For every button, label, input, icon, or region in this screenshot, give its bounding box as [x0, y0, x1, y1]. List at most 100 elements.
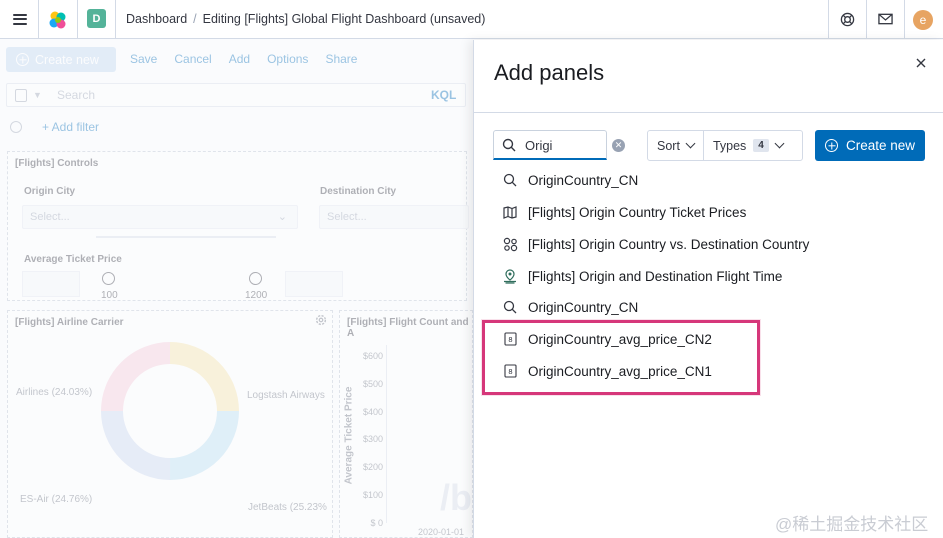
avg-ticket-label: Average Ticket Price	[24, 254, 122, 265]
x-tick: 2020-01-01	[418, 527, 465, 537]
list-item-label: OriginCountry_avg_price_CN2	[528, 331, 712, 347]
origin-city-placeholder: Select...	[30, 211, 70, 223]
panel-search-input[interactable]: Origi ✕	[493, 130, 625, 160]
list-item-label: OriginCountry_CN	[528, 172, 639, 188]
close-icon[interactable]	[914, 56, 928, 70]
breadcrumb-dashboard[interactable]: Dashboard	[126, 12, 187, 26]
create-new-button[interactable]: Create new	[815, 130, 925, 161]
airline-donut-chart	[101, 342, 239, 480]
sort-types-group: Sort Types 4	[647, 130, 803, 161]
types-button[interactable]: Types 4	[702, 131, 792, 160]
plus-circle-icon	[825, 139, 838, 152]
range-min-handle[interactable]	[102, 272, 115, 285]
vega-icon	[502, 236, 518, 252]
space-avatar[interactable]: D	[87, 9, 106, 28]
create-new-label: Create new	[846, 138, 916, 153]
pie-label: Airlines (24.03%)	[16, 387, 93, 398]
breadcrumb: Dashboard / Editing [Flights] Global Fli…	[126, 12, 485, 26]
overlay-watermark-glyph: /b	[440, 477, 472, 518]
list-item[interactable]: 8 OriginCountry_avg_price_CN2	[502, 327, 712, 351]
top-nav-menu: Save Cancel Add Options Share	[130, 52, 357, 66]
range-min-input[interactable]	[22, 271, 80, 297]
y-tick: $200	[362, 462, 383, 472]
y-tick: $400	[362, 407, 383, 417]
metric-icon: 8	[502, 363, 518, 379]
create-new-button-bg[interactable]: Create new	[6, 47, 116, 72]
header-divider	[828, 0, 829, 39]
search-icon	[502, 299, 518, 315]
add-filter-link[interactable]: + Add filter	[42, 120, 99, 134]
menu-share[interactable]: Share	[325, 52, 357, 66]
filter-options-icon[interactable]	[10, 121, 22, 133]
top-header: D Dashboard / Editing [Flights] Global F…	[0, 0, 943, 39]
list-item-label: OriginCountry_CN	[528, 299, 639, 315]
range-min-value: 100	[101, 290, 118, 301]
panel-title: [Flights] Airline Carrier	[15, 317, 124, 328]
pie-label: Logstash Airways	[247, 390, 325, 401]
kql-toggle[interactable]: KQL	[431, 88, 456, 102]
menu-icon[interactable]	[13, 13, 27, 25]
sort-button[interactable]: Sort	[648, 131, 703, 160]
menu-save[interactable]: Save	[130, 52, 157, 66]
types-count-badge: 4	[753, 139, 769, 152]
origin-city-select[interactable]: Select... ⌄	[22, 205, 298, 229]
panel-title: [Flights] Controls	[15, 158, 99, 169]
chevron-down-icon	[774, 138, 785, 149]
types-label: Types	[712, 138, 747, 153]
flyout-title: Add panels	[494, 60, 605, 85]
destination-city-placeholder: Select...	[327, 211, 367, 223]
gear-icon[interactable]	[314, 313, 328, 327]
y-tick: $ 0	[370, 518, 383, 528]
list-item-label: [Flights] Origin Country vs. Destination…	[528, 236, 810, 252]
list-item[interactable]: 8 OriginCountry_avg_price_CN1	[502, 359, 712, 383]
site-watermark: @稀土掘金技术社区	[775, 515, 929, 534]
list-item-label: OriginCountry_avg_price_CN1	[528, 363, 712, 379]
list-item[interactable]: [Flights] Origin Country Ticket Prices	[502, 200, 746, 224]
panel-title: [Flights] Flight Count and A	[347, 317, 469, 339]
pie-label: JetBeats (25.23%	[248, 502, 327, 513]
range-track[interactable]	[96, 236, 276, 238]
elastic-logo-icon[interactable]	[48, 10, 68, 30]
create-new-label: Create new	[35, 52, 99, 67]
origin-city-label: Origin City	[24, 186, 76, 197]
user-avatar[interactable]: e	[913, 10, 933, 30]
chevron-down-icon[interactable]: ▼	[33, 90, 42, 100]
menu-options[interactable]: Options	[267, 52, 308, 66]
list-item-label: [Flights] Origin Country Ticket Prices	[528, 204, 747, 220]
range-max-handle[interactable]	[249, 272, 262, 285]
y-axis-line	[386, 345, 387, 523]
help-icon[interactable]	[838, 10, 856, 28]
query-bar[interactable]: ▼ Search KQL	[6, 83, 466, 107]
chevron-down-icon: ⌄	[277, 211, 287, 223]
range-max-input[interactable]	[285, 271, 343, 297]
list-item[interactable]: OriginCountry_CN	[502, 168, 638, 192]
y-axis-title: Average Ticket Price	[343, 386, 355, 485]
saved-query-icon[interactable]	[15, 89, 27, 102]
plus-circle-icon	[16, 53, 29, 66]
sort-label: Sort	[657, 138, 680, 153]
svg-text:8: 8	[508, 336, 512, 344]
list-item[interactable]: [Flights] Origin and Destination Flight …	[502, 264, 782, 288]
breadcrumb-current: Editing [Flights] Global Flight Dashboar…	[202, 12, 486, 26]
menu-add[interactable]: Add	[229, 52, 250, 66]
breadcrumb-separator: /	[193, 12, 197, 26]
y-tick: $600	[362, 351, 383, 361]
header-divider	[115, 0, 116, 39]
search-icon	[502, 172, 518, 188]
search-icon	[502, 138, 516, 152]
clear-icon[interactable]: ✕	[612, 139, 625, 152]
header-divider	[866, 0, 867, 39]
list-item-label: [Flights] Origin and Destination Flight …	[528, 268, 783, 284]
y-tick: $300	[362, 434, 383, 444]
y-tick: $500	[362, 379, 383, 389]
header-divider	[77, 0, 78, 39]
destination-city-select[interactable]: Select...	[319, 205, 469, 229]
menu-cancel[interactable]: Cancel	[174, 52, 211, 66]
filter-bar: + Add filter	[10, 120, 99, 134]
header-divider	[38, 0, 39, 39]
list-item[interactable]: OriginCountry_CN	[502, 295, 638, 319]
mail-icon[interactable]	[876, 10, 894, 28]
search-value: Origi	[525, 138, 553, 153]
list-item[interactable]: [Flights] Origin Country vs. Destination…	[502, 232, 809, 256]
pie-label: ES-Air (24.76%)	[20, 494, 93, 505]
